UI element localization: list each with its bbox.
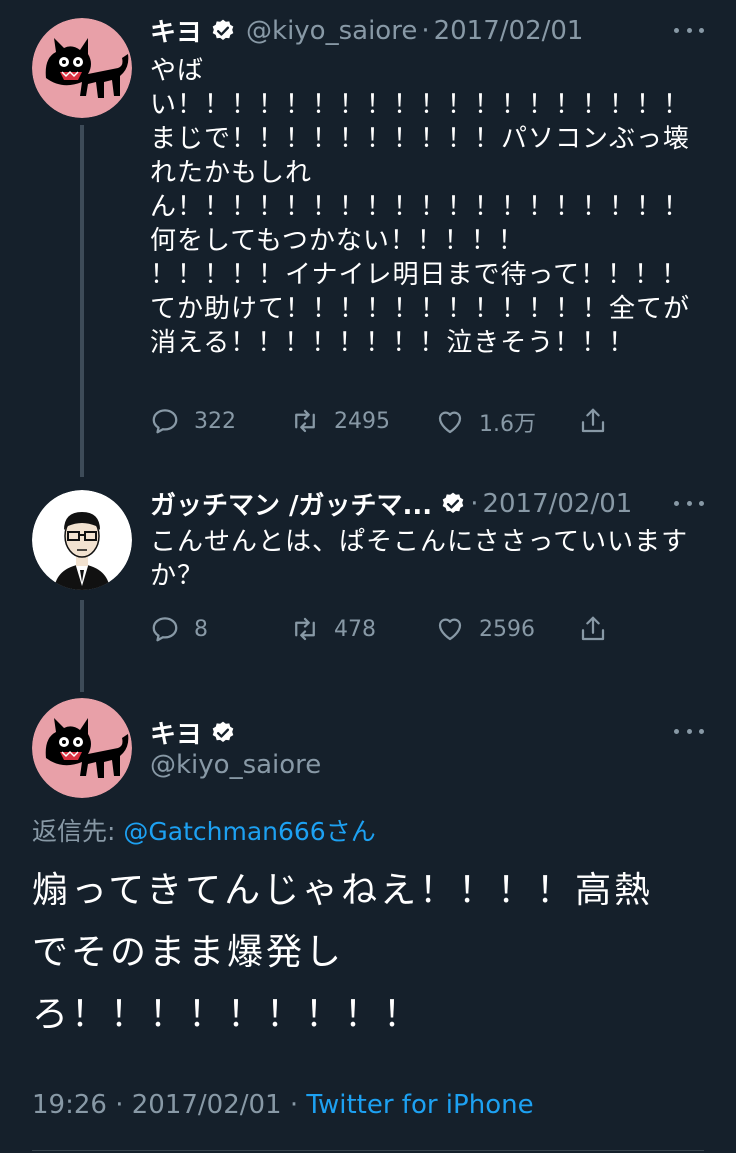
avatar-gatchman[interactable] <box>32 490 132 590</box>
thread-line-1 <box>80 125 84 477</box>
like-icon <box>438 411 462 434</box>
reply-icon <box>152 617 178 642</box>
main-tweet-meta: 19:26 · 2017/02/01 · Twitter for iPhone <box>32 1090 534 1120</box>
tweet1-line: てか助けて！！！！！！！！！！！！全てが <box>150 294 691 324</box>
main-tweet-author-name[interactable]: キヨ <box>150 714 202 751</box>
reply-to-prefix: 返信先: <box>32 817 116 846</box>
like-count: 2596 <box>479 616 535 642</box>
meta-separator: · <box>115 1090 124 1120</box>
cat-avatar <box>32 698 132 798</box>
tweet2-text: こんせんとは、ぱそこんにささっていいます か？ <box>150 525 688 593</box>
tweet1-separator: · <box>421 15 430 46</box>
main-tweet-name-row: キヨ <box>150 714 236 751</box>
more-icon[interactable] <box>674 726 704 736</box>
tweet1-line: 何をしてもつかない！！！！！ <box>150 226 525 256</box>
tweet2-header: ガッチマン /ガッチマ... · 2017/02/01 <box>150 485 632 522</box>
verified-badge-icon <box>210 18 236 44</box>
reply-count: 8 <box>194 616 208 642</box>
like-icon <box>438 618 462 641</box>
tweet1-line: い！！！！！！！！！！！！！！！！！！！ <box>150 90 691 120</box>
reply-to-suffix: さん <box>325 817 376 846</box>
avatar-kiyo[interactable] <box>32 698 132 798</box>
tweet2-date[interactable]: 2017/02/01 <box>482 489 632 519</box>
tweet2-line: か？ <box>150 561 205 591</box>
reply-count: 322 <box>194 408 236 434</box>
share-icon <box>581 408 605 433</box>
tweet1-line: ！！！！！イナイレ明日まで待って！！！！ <box>150 260 689 290</box>
reply-to-mention[interactable]: @Gatchman666 <box>123 817 325 846</box>
tweet1-line: 消える！！！！！！！！泣きそう！！！ <box>150 328 636 358</box>
reply-button[interactable]: 8 <box>150 614 208 644</box>
divider <box>32 1150 704 1151</box>
main-tweet-line: 煽ってきてんじゃねえ！！！！高熱 <box>32 870 654 911</box>
tweet1-line: ん！！！！！！！！！！！！！！！！！！！ <box>150 192 691 222</box>
more-icon[interactable] <box>674 498 704 508</box>
more-icon[interactable] <box>674 25 704 35</box>
tweet1-line: れたかもしれ <box>150 158 313 188</box>
retweet-count: 2495 <box>334 408 390 434</box>
meta-separator: · <box>289 1090 299 1120</box>
tweet1-actions: 322 2495 1.6万 <box>150 406 620 440</box>
retweet-icon <box>295 409 315 433</box>
reply-to-line: 返信先: @Gatchman666さん <box>32 812 376 848</box>
like-button[interactable]: 1.6万 <box>435 406 536 438</box>
share-icon <box>581 616 605 641</box>
verified-badge-icon <box>440 491 466 517</box>
retweet-button[interactable]: 2495 <box>290 406 390 436</box>
reply-icon <box>152 409 178 434</box>
verified-badge-icon <box>210 720 236 746</box>
cat-avatar <box>32 18 132 118</box>
avatar-kiyo[interactable] <box>32 18 132 118</box>
tweet-time: 19:26 <box>32 1090 107 1120</box>
tweet-source-link[interactable]: Twitter for iPhone <box>306 1090 533 1120</box>
tweet1-handle[interactable]: @kiyo_saiore <box>246 16 417 46</box>
share-button[interactable] <box>578 614 622 644</box>
retweet-count: 478 <box>334 616 376 642</box>
retweet-button[interactable]: 478 <box>290 614 376 644</box>
main-tweet-text: 煽ってきてんじゃねえ！！！！高熱 でそのまま爆発し ろ！！！！！！！！！ <box>32 860 653 1046</box>
tweet2-author-name[interactable]: ガッチマン /ガッチマ... <box>150 485 432 522</box>
retweet-icon <box>295 617 315 641</box>
tweet1-author-name[interactable]: キヨ <box>150 12 202 49</box>
tweet1-text: やば い！！！！！！！！！！！！！！！！！！！ まじで！！！！！！！！！！パソコ… <box>150 54 690 360</box>
tweet-date: 2017/02/01 <box>131 1090 282 1120</box>
tweet2-separator: · <box>470 488 479 519</box>
man-avatar <box>32 490 132 590</box>
tweet1-header: キヨ @kiyo_saiore · 2017/02/01 <box>150 12 583 49</box>
tweet1-line: まじで！！！！！！！！！！パソコンぶっ壊 <box>150 124 691 154</box>
share-button[interactable] <box>578 406 622 436</box>
tweet1-line: やば <box>150 56 205 86</box>
main-tweet-line: ろ！！！！！！！！！ <box>32 994 423 1035</box>
reply-button[interactable]: 322 <box>150 406 236 436</box>
tweet1-date[interactable]: 2017/02/01 <box>434 16 584 46</box>
thread-line-2 <box>80 600 84 692</box>
like-button[interactable]: 2596 <box>435 614 535 644</box>
like-count: 1.6万 <box>479 412 536 437</box>
main-tweet-handle[interactable]: @kiyo_saiore <box>150 750 321 780</box>
tweet2-line: こんせんとは、ぱそこんにささっていいます <box>150 527 689 557</box>
main-tweet-line: でそのまま爆発し <box>32 932 345 973</box>
tweet2-actions: 8 478 2596 <box>150 614 620 648</box>
main-tweet-handle-row: @kiyo_saiore <box>150 750 321 780</box>
